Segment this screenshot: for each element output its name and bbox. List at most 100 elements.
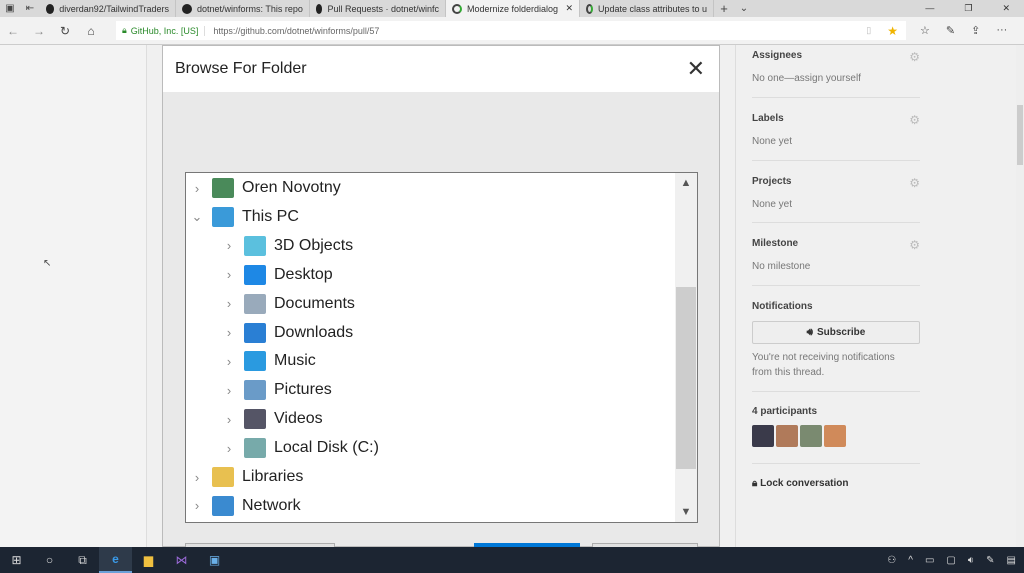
tree-scrollbar-thumb[interactable]: [676, 287, 696, 469]
share-icon[interactable]: ⇪: [971, 24, 980, 37]
back-icon[interactable]: ←: [0, 24, 26, 38]
divider: [752, 222, 920, 223]
tree-scrollbar[interactable]: ▲ ▼: [675, 173, 697, 522]
avatar[interactable]: [800, 425, 822, 447]
chevron-right-icon[interactable]: ›: [222, 412, 236, 427]
loading-icon: [452, 3, 462, 14]
start-windows-icon[interactable]: ⊞: [0, 547, 33, 573]
subscribe-button[interactable]: 🔊︎ Subscribe: [752, 321, 920, 344]
divider: [752, 391, 920, 392]
tree-item-label: Music: [274, 352, 316, 370]
tab-preview-chevron-icon[interactable]: ⌄: [734, 3, 754, 14]
app-window-icon[interactable]: ▣: [198, 547, 231, 573]
chevron-right-icon[interactable]: ›: [222, 441, 236, 456]
github-icon: [46, 3, 55, 14]
notifications-note: You're not receiving notifications from …: [752, 352, 895, 378]
gear-icon[interactable]: ⚙: [909, 238, 920, 252]
window-close-button[interactable]: ✕: [1002, 3, 1010, 14]
documents-icon: [244, 293, 266, 314]
file-explorer-icon[interactable]: ▆: [132, 547, 165, 573]
tab-modernize-folderdialog[interactable]: Modernize folderdialog ✕: [446, 0, 580, 17]
tree-item[interactable]: › Network: [190, 492, 301, 520]
show-hidden-icons-chevron[interactable]: ^: [908, 555, 913, 566]
favorites-icon[interactable]: ☆: [920, 24, 930, 37]
tab-pull-requests[interactable]: Pull Requests · dotnet/winfc: [310, 0, 446, 17]
chevron-right-icon[interactable]: ›: [222, 383, 236, 398]
close-tab-icon[interactable]: ✕: [565, 3, 573, 14]
action-center-icon[interactable]: ▤: [1007, 555, 1016, 566]
url-text[interactable]: https://github.com/dotnet/winforms/pull/…: [213, 26, 379, 36]
tree-item-label: Local Disk (C:): [274, 439, 379, 457]
page-scrollbar[interactable]: [1016, 45, 1024, 547]
dialog-title: Browse For Folder: [163, 46, 719, 92]
tree-item[interactable]: › Libraries: [190, 463, 303, 491]
chevron-right-icon[interactable]: ›: [222, 354, 236, 369]
visual-studio-icon[interactable]: ⋈: [165, 547, 198, 573]
scroll-down-arrow-icon[interactable]: ▼: [675, 506, 697, 518]
tab-update-class-attributes[interactable]: Update class attributes to u: [580, 0, 714, 17]
certificate-org[interactable]: GitHub, Inc. [US]: [131, 25, 206, 36]
tree-item[interactable]: › Documents: [222, 290, 355, 318]
tree-item[interactable]: › Downloads: [222, 319, 353, 347]
chevron-right-icon[interactable]: ›: [190, 498, 204, 513]
divider: [752, 160, 920, 161]
restore-button[interactable]: ❐: [964, 3, 972, 14]
tab-tailwindtraders[interactable]: diverdan92/TailwindTraders: [40, 0, 176, 17]
chevron-down-icon[interactable]: ⌄: [190, 209, 204, 225]
tree-item[interactable]: › Music: [222, 347, 316, 375]
downloads-icon: [244, 322, 266, 343]
avatar[interactable]: [752, 425, 774, 447]
edge-browser-icon[interactable]: e: [99, 547, 132, 573]
pen-workspace-icon[interactable]: ✎: [986, 555, 994, 566]
desktop-icon: [244, 264, 266, 285]
chevron-right-icon[interactable]: ›: [190, 181, 204, 196]
tab-manager-icon[interactable]: ▣: [0, 3, 20, 14]
divider: [752, 97, 920, 98]
lock-conversation-link[interactable]: 🔒︎ Lock conversation: [752, 478, 920, 489]
tree-item[interactable]: › Oren Novotny: [190, 174, 341, 202]
refresh-icon[interactable]: ↻: [52, 24, 78, 38]
notes-pen-icon[interactable]: ✎: [946, 24, 955, 37]
cortana-search-icon[interactable]: ○: [33, 547, 66, 573]
tree-item-label: Desktop: [274, 265, 333, 283]
github-icon: [316, 3, 323, 14]
battery-icon[interactable]: ▭: [925, 555, 934, 566]
dialog-close-button[interactable]: ✕: [687, 56, 705, 82]
tree-item[interactable]: › Desktop: [222, 261, 333, 289]
music-icon: [244, 351, 266, 372]
favorite-star-icon[interactable]: ★: [887, 24, 898, 38]
chevron-right-icon[interactable]: ›: [222, 325, 236, 340]
gear-icon[interactable]: ⚙: [909, 50, 920, 64]
address-bar[interactable]: 🔒︎ GitHub, Inc. [US] https://github.com/…: [116, 21, 906, 40]
set-aside-tabs-icon[interactable]: ⇤: [20, 3, 40, 14]
tree-item[interactable]: › Pictures: [222, 376, 332, 404]
chevron-right-icon[interactable]: ›: [190, 470, 204, 485]
chevron-right-icon[interactable]: ›: [222, 296, 236, 311]
gear-icon[interactable]: ⚙: [909, 176, 920, 190]
chevron-right-icon[interactable]: ›: [222, 238, 236, 253]
github-icon: [182, 3, 192, 14]
tree-item[interactable]: › 3D Objects: [222, 232, 353, 260]
scroll-up-arrow-icon[interactable]: ▲: [675, 177, 697, 189]
volume-icon[interactable]: 🔉︎: [968, 555, 974, 566]
home-icon[interactable]: ⌂: [78, 24, 104, 38]
minimize-button[interactable]: —: [925, 3, 934, 14]
more-button[interactable]: ···: [996, 24, 1007, 37]
gear-icon[interactable]: ⚙: [909, 113, 920, 127]
scrollbar-thumb[interactable]: [1017, 105, 1023, 165]
divider: [752, 463, 920, 464]
task-view-icon[interactable]: ⧉: [66, 547, 99, 573]
avatar[interactable]: [776, 425, 798, 447]
tree-item[interactable]: ⌄ This PC: [190, 203, 299, 231]
folder-tree: › Oren Novotny ⌄ This PC › 3D Objects › Desktop…: [185, 172, 698, 523]
avatar[interactable]: [824, 425, 846, 447]
reading-view-icon[interactable]: ▯: [866, 25, 871, 36]
chevron-right-icon[interactable]: ›: [222, 267, 236, 282]
tree-item[interactable]: › Local Disk (C:): [222, 434, 379, 462]
network-icon[interactable]: ▢: [946, 555, 955, 566]
tree-item[interactable]: › Videos: [222, 405, 323, 433]
forward-icon[interactable]: →: [26, 24, 52, 38]
people-icon[interactable]: ⚇: [887, 555, 896, 566]
tab-winforms-repo[interactable]: dotnet/winforms: This repo: [176, 0, 310, 17]
new-tab-button[interactable]: +: [714, 1, 734, 16]
